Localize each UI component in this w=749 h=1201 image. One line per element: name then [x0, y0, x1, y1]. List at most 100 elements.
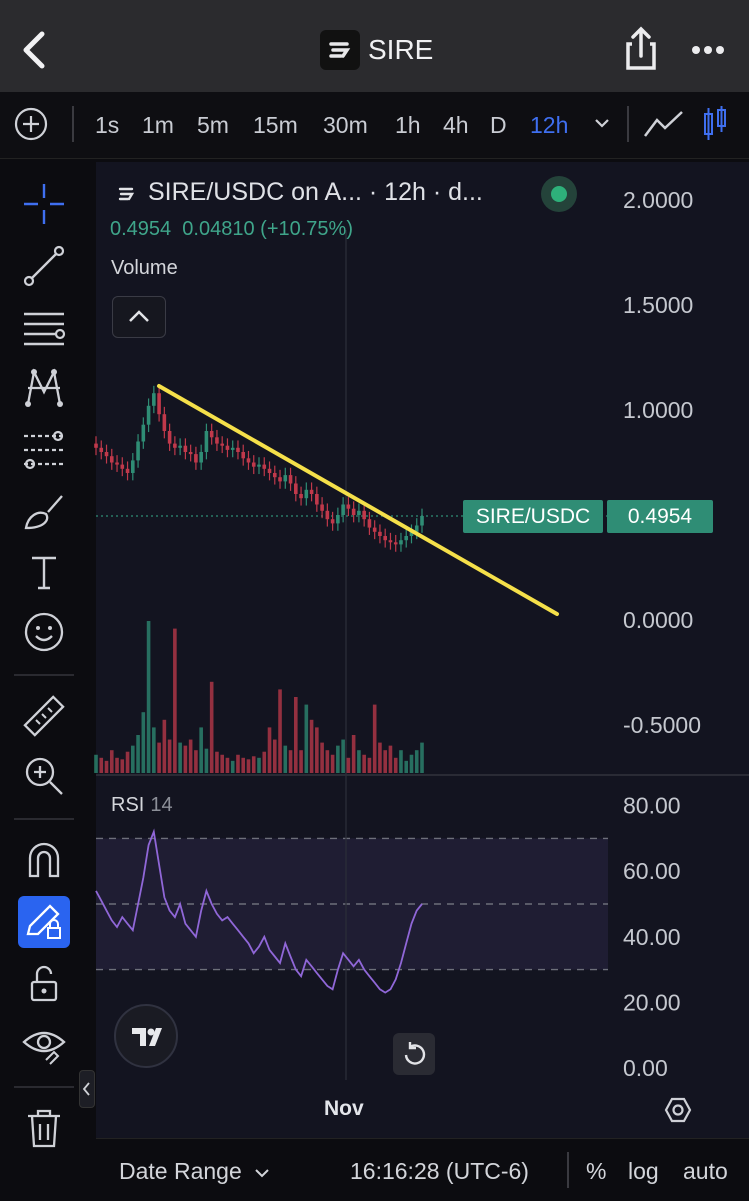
date-range-button[interactable]: Date Range: [119, 1158, 270, 1185]
candle-body: [188, 452, 193, 455]
percent-scale-toggle[interactable]: %: [586, 1158, 606, 1185]
auto-scale-toggle[interactable]: auto: [683, 1158, 728, 1185]
candle-body: [304, 489, 309, 499]
price-tick-label: -0.5000: [623, 712, 701, 738]
volume-bar: [120, 759, 125, 773]
candle-body: [199, 452, 203, 463]
candle-body: [99, 447, 104, 452]
volume-bar: [357, 750, 361, 773]
volume-bar: [125, 751, 130, 773]
volume-bar: [304, 704, 309, 773]
candle-body: [125, 468, 130, 473]
candle-body: [372, 527, 377, 532]
collapse-legend-button[interactable]: [112, 296, 166, 338]
candle-body: [215, 437, 219, 444]
volume-bar: [267, 727, 272, 773]
price-tick-label: 0.0000: [623, 607, 693, 633]
candle-body: [146, 405, 151, 425]
ohlc-values: 0.4954 0.04810 (+10.75%): [110, 218, 353, 241]
symbol-info[interactable]: SIRE/USDC on A... · 12h · d...: [148, 178, 483, 207]
candle-body: [120, 464, 125, 469]
candle-body: [336, 515, 340, 524]
volume-bar: [420, 742, 424, 773]
volume-bar: [178, 742, 182, 773]
candle-body: [204, 431, 209, 452]
price-change: 0.04810: [182, 218, 255, 240]
candle-body: [178, 445, 182, 448]
log-scale-toggle[interactable]: log: [628, 1158, 659, 1185]
candle-body: [262, 464, 267, 469]
candle-body: [183, 445, 188, 452]
volume-bar: [325, 750, 330, 773]
volume-bar: [141, 712, 146, 773]
volume-legend[interactable]: Volume: [111, 257, 178, 280]
candle-body: [167, 431, 172, 444]
pair-logo-icon: [118, 187, 135, 201]
candle-body: [162, 414, 167, 431]
candle-body: [294, 483, 298, 494]
candle-body: [315, 494, 319, 505]
candle-body: [173, 443, 177, 448]
candle-body: [209, 431, 214, 438]
timezone-clock[interactable]: 16:16:28 (UTC-6): [350, 1158, 529, 1185]
volume-bar: [236, 754, 240, 773]
candle-body: [325, 510, 330, 520]
candle-body: [357, 510, 361, 515]
candle-body: [341, 504, 345, 515]
rsi-tick-label: 60.00: [623, 858, 681, 884]
volume-bar: [309, 719, 314, 773]
candle-body: [267, 468, 272, 473]
candle-body: [272, 473, 277, 478]
volume-bar: [251, 756, 256, 773]
candle-body: [230, 447, 235, 450]
price-tick-label: 1.0000: [623, 397, 693, 423]
volume-bar: [215, 751, 219, 773]
candle-body: [346, 504, 351, 509]
volume-bar: [372, 704, 377, 773]
volume-bar: [209, 681, 214, 773]
reset-icon: [404, 1042, 426, 1065]
chevron-up-icon: [129, 310, 149, 322]
volume-bar: [104, 760, 109, 773]
price-tick-label: 2.0000: [623, 187, 693, 213]
tradingview-logo[interactable]: [114, 1004, 178, 1068]
volume-bar: [204, 748, 209, 773]
volume-bar: [336, 745, 340, 773]
volume-bar: [299, 750, 303, 773]
market-status-indicator[interactable]: [541, 176, 577, 212]
candle-body: [399, 540, 403, 545]
chart-settings-icon[interactable]: [664, 1096, 692, 1124]
volume-bar: [173, 628, 177, 773]
volume-bar: [183, 745, 188, 773]
volume-bar: [162, 719, 167, 773]
volume-bar: [341, 739, 345, 773]
volume-bar: [294, 697, 298, 773]
volume-bar: [346, 757, 351, 773]
candle-body: [194, 454, 198, 463]
price-label-symbol: SIRE/USDC: [463, 500, 603, 533]
rsi-length: 14: [150, 794, 173, 816]
volume-bar: [351, 735, 356, 773]
candle-body: [283, 475, 288, 482]
price-label-value: 0.4954: [607, 500, 713, 533]
rsi-legend[interactable]: RSI 14: [111, 794, 173, 817]
volume-bar: [257, 757, 261, 773]
chevron-down-icon: [255, 1169, 269, 1178]
candle-body: [288, 475, 293, 484]
candle-body: [320, 504, 324, 511]
volume-bar: [288, 750, 293, 773]
candle-body: [362, 510, 366, 520]
volume-bar: [194, 750, 198, 773]
volume-bar: [404, 760, 409, 773]
volume-bar: [362, 754, 366, 773]
volume-bar: [99, 757, 104, 773]
volume-bar: [393, 757, 398, 773]
candle-body: [131, 460, 135, 473]
candle-body: [236, 447, 240, 452]
x-axis-label: Nov: [324, 1097, 364, 1120]
volume-bar: [409, 754, 414, 773]
rsi-tick-label: 0.00: [623, 1055, 668, 1081]
candle-body: [115, 462, 119, 465]
volume-bar: [378, 742, 382, 773]
reset-chart-button[interactable]: [393, 1033, 435, 1075]
